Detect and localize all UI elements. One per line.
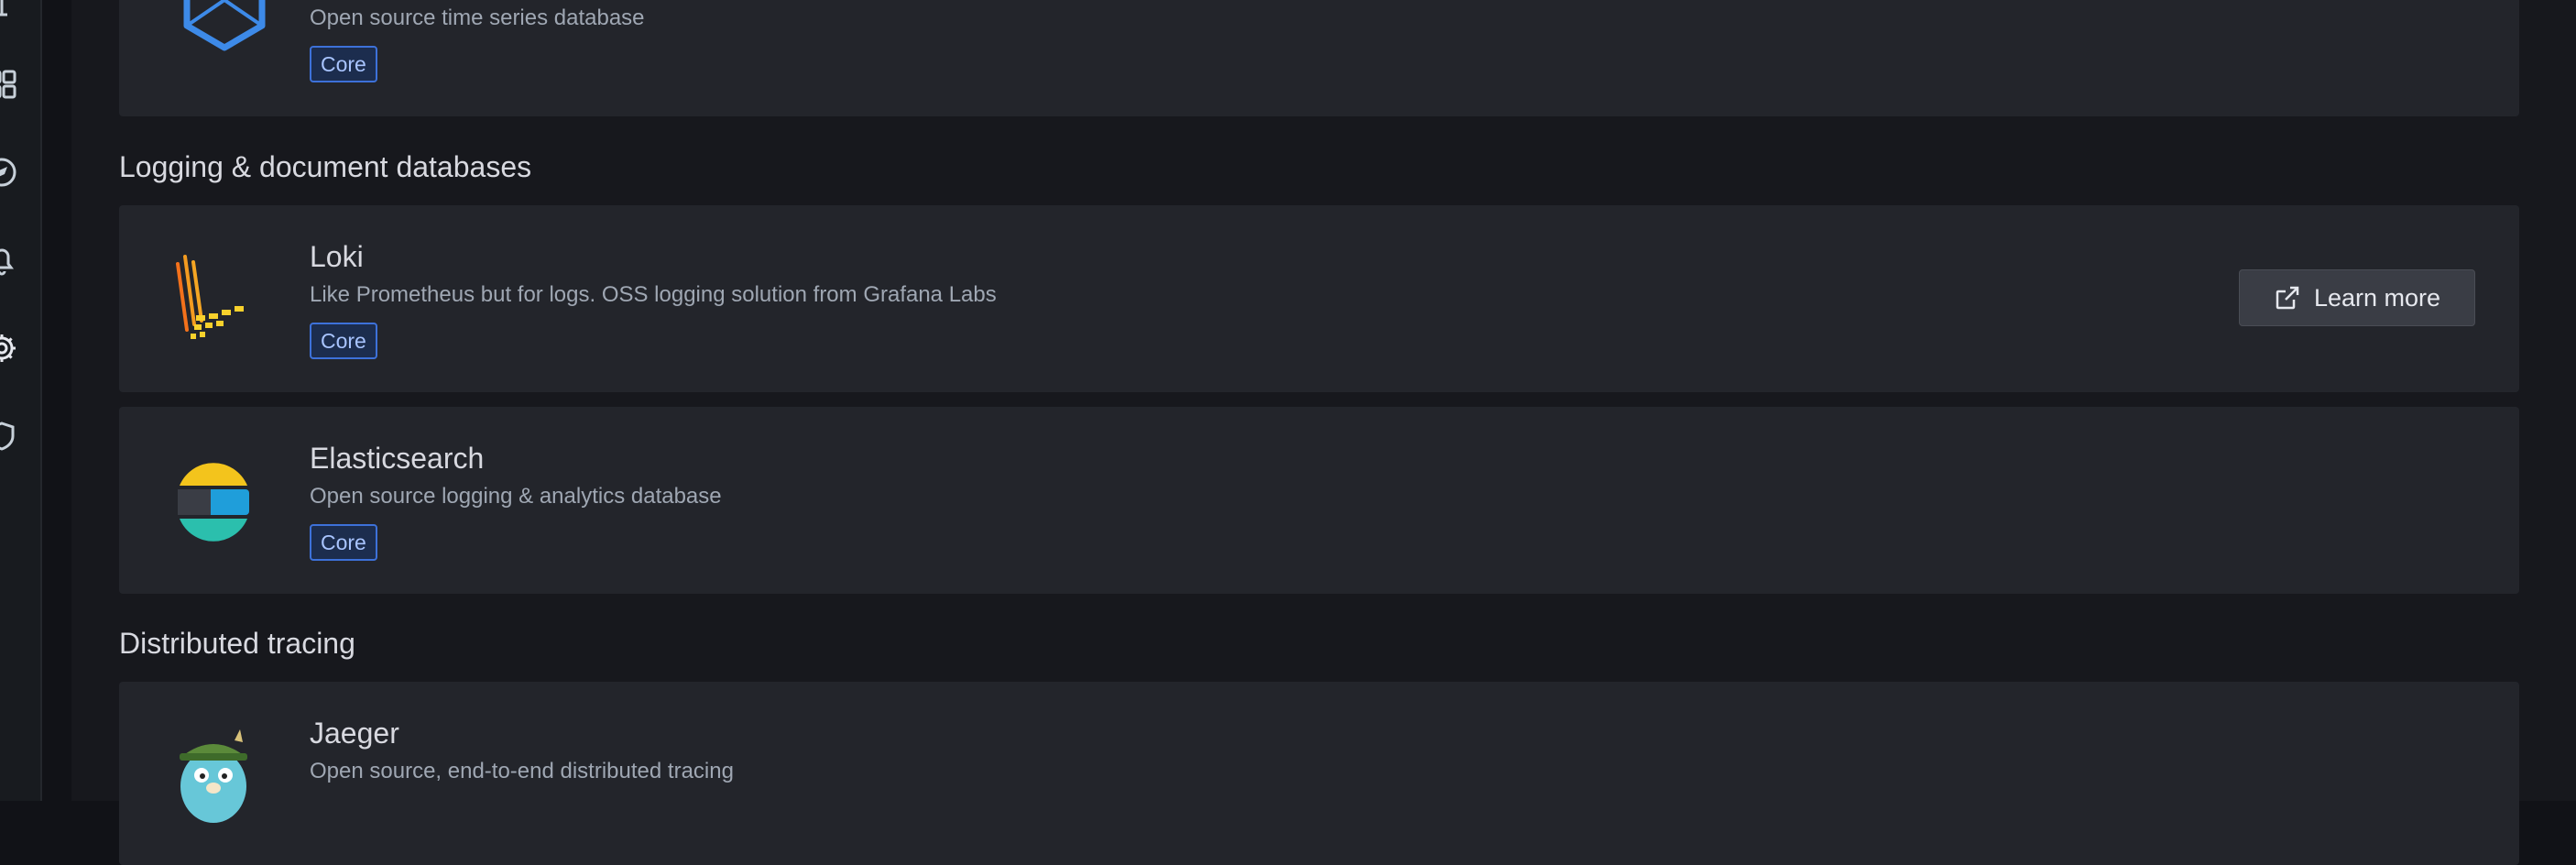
datasource-card-elasticsearch[interactable]: Elasticsearch Open source logging & anal… (119, 407, 2519, 594)
section-title-tracing: Distributed tracing (119, 627, 355, 660)
datasource-description: Open source logging & analytics database (310, 484, 722, 509)
datasource-card-loki[interactable]: Loki Like Prometheus but for logs. OSS l… (119, 205, 2519, 392)
explore-icon[interactable] (0, 154, 20, 191)
jaeger-logo-icon (163, 722, 264, 823)
main-content: Open source time series database Core Lo… (71, 0, 2576, 865)
core-badge: Core (310, 524, 377, 561)
datasource-card-prometheus[interactable]: Open source time series database Core (119, 0, 2519, 116)
learn-more-label: Learn more (2313, 283, 2441, 312)
datasource-name: Loki (310, 240, 364, 273)
core-badge: Core (310, 46, 377, 82)
datasource-card-jaeger[interactable]: Jaeger Open source, end-to-end distribut… (119, 682, 2519, 865)
datasource-name: Jaeger (310, 717, 399, 750)
datasource-description: Open source time series database (310, 5, 645, 30)
loki-logo-icon (163, 247, 264, 348)
prometheus-logo-icon (174, 0, 275, 55)
shield-icon[interactable] (0, 418, 20, 454)
datasource-name: Elasticsearch (310, 442, 485, 475)
core-badge: Core (310, 323, 377, 359)
section-title-logging: Logging & document databases (119, 150, 532, 183)
elasticsearch-logo-icon (163, 449, 264, 550)
configuration-icon[interactable] (0, 330, 20, 367)
learn-more-button[interactable]: Learn more (2239, 269, 2475, 326)
menu-top-icon[interactable] (0, 0, 20, 26)
dashboards-icon[interactable] (0, 66, 20, 103)
alerting-icon[interactable] (0, 242, 20, 279)
external-link-icon (2276, 286, 2299, 310)
datasource-description: Like Prometheus but for logs. OSS loggin… (310, 282, 997, 307)
datasource-description: Open source, end-to-end distributed trac… (310, 759, 734, 783)
side-menu (0, 0, 42, 801)
